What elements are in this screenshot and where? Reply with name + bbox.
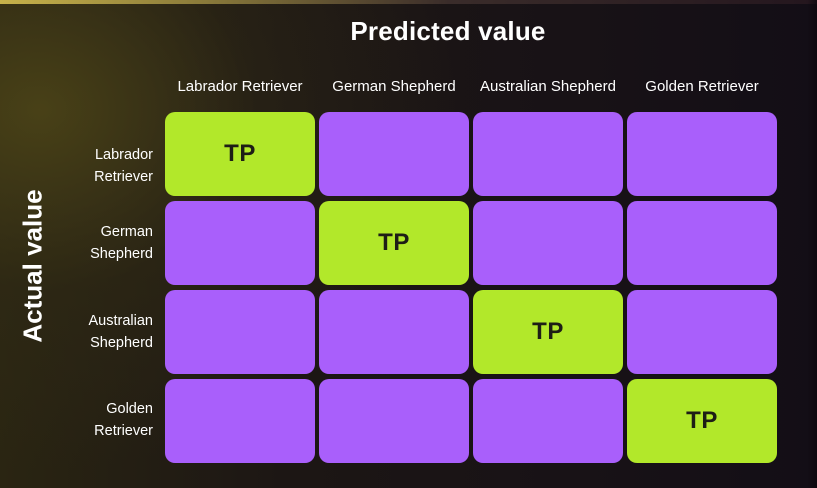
matrix-cell-r1-c1: TP: [165, 112, 315, 196]
row-label-golden-retriever: Golden Retriever: [60, 398, 153, 442]
matrix-cell-r4-c3: [473, 379, 623, 463]
row-label-german-shepherd: German Shepherd: [60, 221, 153, 265]
matrix-cell-r2-c2: TP: [319, 201, 469, 285]
matrix-cell-r1-c4: [627, 112, 777, 196]
cell-label: TP: [532, 318, 564, 345]
matrix-cell-r2-c4: [627, 201, 777, 285]
matrix-cell-r3-c4: [627, 290, 777, 374]
row-label-line: Australian: [88, 313, 153, 329]
row-label-line: Shepherd: [90, 335, 153, 351]
column-label-labrador-retriever: Labrador Retriever: [177, 78, 303, 95]
matrix-cell-r4-c4: TP: [627, 379, 777, 463]
matrix-cell-r4-c1: [165, 379, 315, 463]
predicted-value-title: Predicted value: [350, 16, 546, 46]
matrix-cell-r2-c3: [473, 201, 623, 285]
cell-label: TP: [686, 407, 718, 434]
row-label-line: Shepherd: [90, 246, 153, 262]
matrix-cell-r3-c2: [319, 290, 469, 374]
row-label-line: Retriever: [94, 423, 153, 439]
matrix-cell-r1-c2: [319, 112, 469, 196]
row-label-australian-shepherd: Australian Shepherd: [60, 310, 153, 354]
row-label-line: Labrador: [94, 147, 153, 163]
row-label-line: Retriever: [94, 169, 153, 185]
matrix-cell-r2-c1: [165, 201, 315, 285]
right-edge-shadow: [807, 0, 817, 488]
matrix-cell-r4-c2: [319, 379, 469, 463]
matrix-cell-r1-c3: [473, 112, 623, 196]
cell-label: TP: [224, 140, 256, 167]
row-label-line: Golden: [106, 401, 153, 417]
column-label-golden-retriever: Golden Retriever: [645, 78, 759, 95]
column-label-german-shepherd: German Shepherd: [332, 78, 456, 95]
row-label-line: German: [100, 224, 153, 240]
top-accent-bar: [0, 0, 817, 4]
actual-value-title: Actual value: [17, 189, 48, 343]
matrix-cell-r3-c1: [165, 290, 315, 374]
row-label-labrador-retriever: Labrador Retriever: [60, 144, 153, 188]
matrix-cell-r3-c3: TP: [473, 290, 623, 374]
column-label-australian-shepherd: Australian Shepherd: [480, 78, 616, 95]
cell-label: TP: [378, 229, 410, 256]
